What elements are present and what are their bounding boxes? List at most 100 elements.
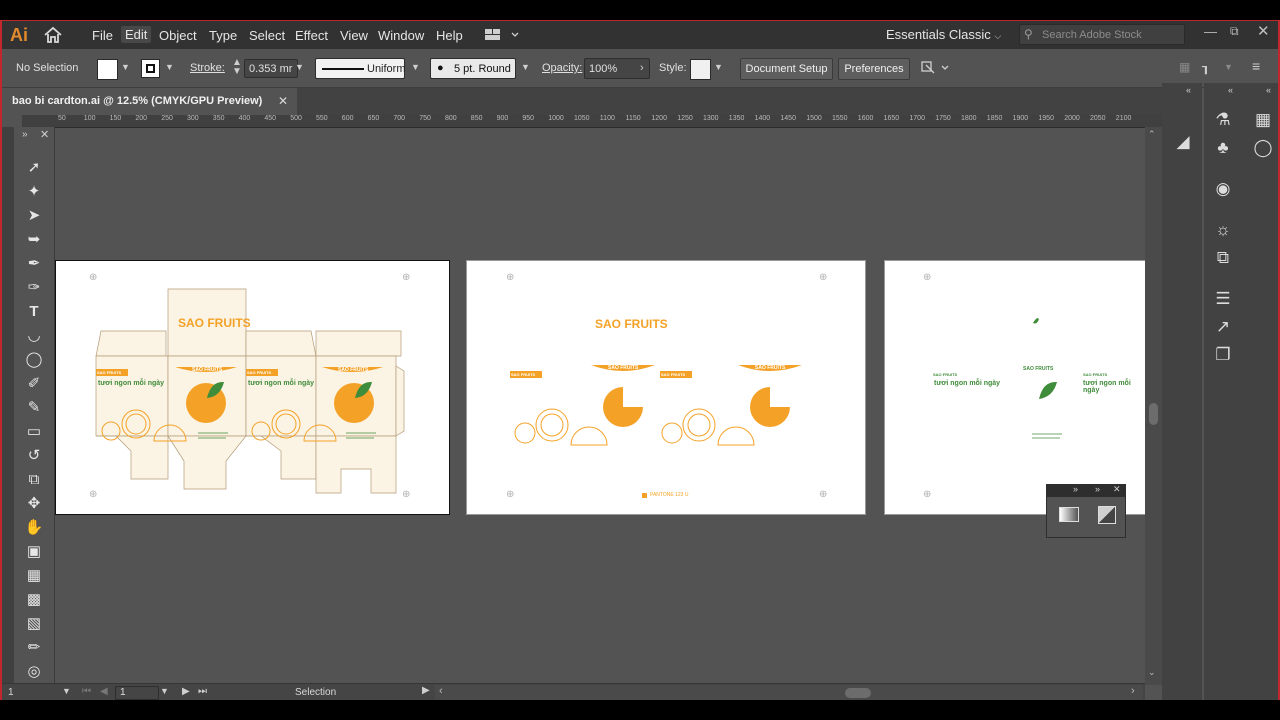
opacity-field[interactable]: 100% › — [584, 58, 650, 79]
collapse-tools-icon[interactable]: » — [22, 129, 28, 140]
expand-dock-icon[interactable]: « — [1266, 85, 1271, 95]
layers-icon[interactable]: ☰ — [1212, 288, 1234, 310]
width-tool-icon[interactable]: ✥ — [24, 494, 44, 514]
artboard-tool-icon[interactable]: ➚ — [24, 158, 44, 178]
horizontal-scrollbar[interactable]: ‹ › — [435, 685, 1143, 700]
puppet-warp-icon[interactable]: ⚗ — [1212, 109, 1234, 131]
menu-edit[interactable]: Edit — [121, 26, 152, 43]
menu-object[interactable]: Object — [159, 28, 197, 43]
scroll-down-icon[interactable]: ⌄ — [1148, 667, 1156, 678]
close-tools-icon[interactable]: ✕ — [40, 128, 49, 141]
previous-artboard-icon[interactable]: ◀ — [100, 686, 108, 697]
vertical-scroll-thumb[interactable] — [1149, 403, 1158, 425]
transparency-panel-icon[interactable] — [1098, 506, 1116, 524]
creative-cloud-icon[interactable]: ◯ — [1252, 137, 1274, 159]
collapse-icon[interactable]: » — [1095, 484, 1100, 494]
shape-builder-icon[interactable]: ▣ — [24, 542, 44, 562]
menu-select[interactable]: Select — [249, 28, 285, 43]
artboard-3[interactable]: ⊕ ⊕ SAO FRUITS SAO FRUITS SAO FRUITS tươ… — [884, 260, 1145, 515]
status-menu-icon[interactable]: ▶ — [422, 685, 430, 696]
collapse-icon[interactable]: » — [1073, 484, 1078, 494]
artboards-panel-icon[interactable]: ❐ — [1212, 344, 1234, 366]
rotate-tool-icon[interactable]: ↺ — [24, 446, 44, 466]
magic-wand-icon[interactable]: ✦ — [24, 182, 44, 202]
vertical-scrollbar[interactable]: ⌃ ⌄ — [1145, 127, 1162, 685]
stroke-swatch[interactable] — [141, 59, 160, 78]
align-grid-icon[interactable]: ▦ — [1179, 60, 1190, 74]
mesh-tool-icon[interactable]: ▧ — [24, 614, 44, 634]
artboard-dropdown-icon[interactable]: ▼ — [160, 686, 169, 696]
line-tool-icon[interactable]: ◡ — [24, 326, 44, 346]
properties-panel-icon[interactable]: ◢ — [1172, 131, 1194, 153]
stepper-arrows-icon[interactable]: ▲ ▼ — [232, 58, 242, 77]
fill-dropdown-icon[interactable]: ▼ — [121, 62, 130, 72]
next-artboard-icon[interactable]: ▶ — [182, 686, 190, 697]
export-icon[interactable]: ↗ — [1212, 316, 1234, 338]
menu-file[interactable]: File — [92, 28, 113, 43]
asset-export-icon[interactable]: ⧉ — [1212, 247, 1234, 269]
graphic-style-swatch[interactable] — [690, 59, 711, 80]
menu-window[interactable]: Window — [378, 28, 424, 43]
opacity-label[interactable]: Opacity: — [542, 62, 582, 74]
document-tab[interactable]: bao bi cardton.ai @ 12.5% (CMYK/GPU Prev… — [2, 88, 297, 115]
gradient-panel-icon[interactable] — [1059, 507, 1079, 522]
eraser-icon[interactable]: ▭ — [24, 422, 44, 442]
chevron-down-icon[interactable]: ▼ — [1224, 62, 1233, 72]
style-dropdown-icon[interactable]: ▼ — [714, 62, 723, 72]
curvature-tool-icon[interactable]: ✑ — [24, 278, 44, 298]
free-transform-icon[interactable]: ✋ — [24, 518, 44, 538]
profile-dropdown-icon[interactable]: ▼ — [411, 62, 420, 72]
close-tab-icon[interactable]: ✕ — [278, 94, 288, 108]
ellipse-tool-icon[interactable]: ◯ — [24, 350, 44, 370]
direct-selection-icon[interactable]: ➥ — [24, 230, 44, 250]
paintbrush-icon[interactable]: ✐ — [24, 374, 44, 394]
scroll-up-icon[interactable]: ⌃ — [1148, 129, 1156, 140]
gradient-tool-icon[interactable]: ▩ — [24, 590, 44, 610]
menu-effect[interactable]: Effect — [295, 28, 328, 43]
chevron-down-icon[interactable]: ▼ — [295, 62, 304, 72]
expand-dock-icon[interactable]: « — [1186, 85, 1191, 95]
search-stock-field[interactable]: ⚲ Search Adobe Stock — [1019, 24, 1185, 45]
artboard-2[interactable]: ⊕ ⊕ ⊕ ⊕ SAO FRUITS SAO FRUITS SAO FRUITS… — [466, 260, 866, 515]
artboard-1[interactable]: ⊕ ⊕ ⊕ ⊕ SAO FRUITS SAO FRUITS SAO FRUITS… — [55, 260, 450, 515]
home-icon[interactable] — [42, 26, 64, 44]
libraries-icon[interactable]: ▦ — [1252, 109, 1274, 131]
minimize-icon[interactable]: — — [1204, 24, 1217, 39]
scale-tool-icon[interactable]: ⧉ — [24, 470, 44, 490]
pen-tool-icon[interactable]: ✒ — [24, 254, 44, 274]
menu-view[interactable]: View — [340, 28, 368, 43]
type-tool-icon[interactable]: T — [24, 302, 44, 322]
menu-help[interactable]: Help — [436, 28, 463, 43]
fill-swatch[interactable] — [97, 59, 118, 80]
workspace-switcher[interactable]: Essentials Classic ⌵ — [886, 27, 1001, 42]
floating-panel-header[interactable]: » » ✕ — [1047, 484, 1125, 497]
floating-panel[interactable]: » » ✕ — [1046, 484, 1126, 538]
preferences-button[interactable]: Preferences — [838, 58, 910, 80]
appearance-icon[interactable]: ☼ — [1212, 219, 1234, 241]
artboard-number-field[interactable]: 1 — [115, 686, 159, 700]
arrange-documents-icon[interactable] — [484, 28, 520, 42]
menu-type[interactable]: Type — [209, 28, 237, 43]
first-artboard-icon[interactable]: ⏮ — [82, 686, 91, 697]
zoom-dropdown-icon[interactable]: ▼ — [62, 686, 71, 696]
restore-icon[interactable]: ⧉ — [1230, 24, 1239, 39]
horizontal-scroll-thumb[interactable] — [845, 688, 871, 698]
shaper-tool-icon[interactable]: ✎ — [24, 398, 44, 418]
symbols-icon[interactable]: ♣ — [1212, 137, 1234, 159]
eyedropper-icon[interactable]: ✏ — [24, 638, 44, 658]
canvas[interactable]: ⊕ ⊕ ⊕ ⊕ SAO FRUITS SAO FRUITS SAO FRUITS… — [55, 128, 1145, 685]
blend-tool-icon[interactable]: ◎ — [24, 662, 44, 682]
perspective-grid-icon[interactable]: ▦ — [24, 566, 44, 586]
scroll-left-icon[interactable]: ‹ — [439, 685, 443, 697]
close-icon[interactable]: ✕ — [1113, 484, 1121, 495]
close-icon[interactable]: ✕ — [1257, 22, 1270, 40]
arrange-icon[interactable] — [920, 59, 950, 77]
stroke-weight-stepper[interactable]: ▲ ▼ 0.353 mr ▼ — [232, 58, 308, 78]
expand-dock-icon[interactable]: « — [1228, 85, 1233, 95]
variable-width-profile[interactable]: Uniform — [315, 58, 406, 79]
stroke-dropdown-icon[interactable]: ▼ — [165, 62, 174, 72]
brush-definition[interactable]: ● 5 pt. Round — [430, 58, 516, 79]
selection-tool-icon[interactable]: ➤ — [24, 206, 44, 226]
stroke-label[interactable]: Stroke: — [190, 62, 225, 74]
brush-dropdown-icon[interactable]: ▼ — [521, 62, 530, 72]
